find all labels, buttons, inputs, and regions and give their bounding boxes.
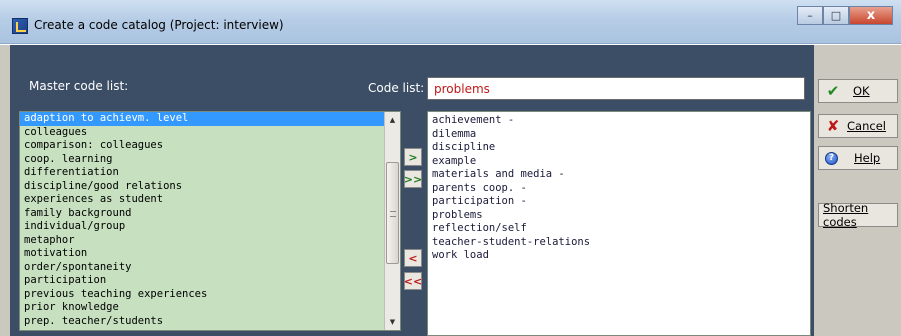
master-code-item[interactable]: comparison: colleagues: [20, 139, 400, 153]
code-list-item[interactable]: work load: [428, 249, 810, 263]
help-icon: ?: [825, 151, 838, 165]
code-list-item[interactable]: parents coop. -: [428, 182, 810, 196]
add-all-codes-button[interactable]: >>: [404, 170, 422, 188]
code-list-item[interactable]: participation -: [428, 195, 810, 209]
shorten-codes-button[interactable]: Shorten codes: [818, 201, 898, 229]
scroll-grip-icon: [390, 211, 396, 217]
cancel-x-icon: ✘: [826, 117, 840, 135]
master-code-item[interactable]: colleagues: [20, 126, 400, 140]
code-list-item[interactable]: teacher-student-relations: [428, 236, 810, 250]
code-list-item[interactable]: achievement -: [428, 114, 810, 128]
title-bar[interactable]: Create a code catalog (Project: intervie…: [0, 0, 901, 44]
window-title: Create a code catalog (Project: intervie…: [34, 18, 284, 32]
minimize-button[interactable]: –: [797, 6, 823, 25]
master-code-item[interactable]: differentiation: [20, 166, 400, 180]
scroll-down-arrow-icon[interactable]: ▼: [385, 314, 400, 330]
master-code-item[interactable]: experiences as student: [20, 193, 400, 207]
code-list-item[interactable]: discipline: [428, 141, 810, 155]
add-code-button[interactable]: >: [404, 148, 422, 166]
ok-label: OK: [853, 84, 870, 98]
code-list-item[interactable]: problems: [428, 209, 810, 223]
master-code-item[interactable]: adaption to achievm. level: [20, 112, 400, 126]
remove-code-button[interactable]: <: [404, 249, 422, 267]
help-button[interactable]: ? Help: [818, 146, 898, 170]
code-list-item[interactable]: materials and media -: [428, 168, 810, 182]
shorten-codes-label: Shorten codes: [823, 201, 869, 229]
cancel-button[interactable]: ✘ Cancel: [818, 114, 898, 138]
help-label: Help: [854, 151, 881, 165]
master-code-item[interactable]: metaphor: [20, 234, 400, 248]
action-panel: ✔ OK ✘ Cancel ? Help Shorten codes: [814, 45, 901, 336]
master-code-item[interactable]: family background: [20, 207, 400, 221]
code-list-item[interactable]: example: [428, 155, 810, 169]
maximize-button[interactable]: □: [823, 6, 849, 25]
ok-button[interactable]: ✔ OK: [818, 79, 898, 103]
master-list-scrollbar[interactable]: ▲ ▼: [384, 112, 400, 330]
dialog-window: Create a code catalog (Project: intervie…: [0, 0, 901, 336]
code-list-box[interactable]: achievement - dilemma discipline example mat…: [427, 111, 811, 336]
master-code-item[interactable]: previous teaching experiences: [20, 288, 400, 302]
master-code-item[interactable]: order/spontaneity: [20, 261, 400, 275]
dialog-body: Master code list: Code list: adaption to…: [0, 45, 901, 336]
code-list-item[interactable]: reflection/self: [428, 222, 810, 236]
code-list-item[interactable]: dilemma: [428, 128, 810, 142]
master-code-item[interactable]: individual/group: [20, 220, 400, 234]
scrollbar-thumb[interactable]: [386, 162, 399, 264]
close-button[interactable]: x: [849, 6, 893, 25]
window-controls: – □ x: [797, 6, 893, 26]
master-code-item[interactable]: participation: [20, 274, 400, 288]
master-code-item[interactable]: motivation: [20, 247, 400, 261]
cancel-label: Cancel: [847, 119, 886, 133]
code-list-name-input[interactable]: [427, 77, 805, 100]
code-list-label: Code list:: [368, 81, 425, 95]
master-code-list-label: Master code list:: [29, 79, 129, 93]
remove-all-codes-button[interactable]: <<: [404, 272, 422, 290]
code-list-items: achievement - dilemma discipline example mat…: [428, 112, 810, 263]
app-icon: [12, 18, 28, 34]
scroll-up-arrow-icon[interactable]: ▲: [385, 112, 400, 128]
master-code-item[interactable]: prior knowledge: [20, 301, 400, 315]
master-code-item[interactable]: coop. learning: [20, 153, 400, 167]
master-code-list[interactable]: adaption to achievm. level colleagues comp…: [19, 111, 401, 331]
master-code-item[interactable]: prep. teacher/students: [20, 315, 400, 329]
checkmark-icon: ✔: [826, 82, 840, 100]
master-code-item[interactable]: discipline/good relations: [20, 180, 400, 194]
master-code-items: adaption to achievm. level colleagues comp…: [20, 112, 400, 328]
